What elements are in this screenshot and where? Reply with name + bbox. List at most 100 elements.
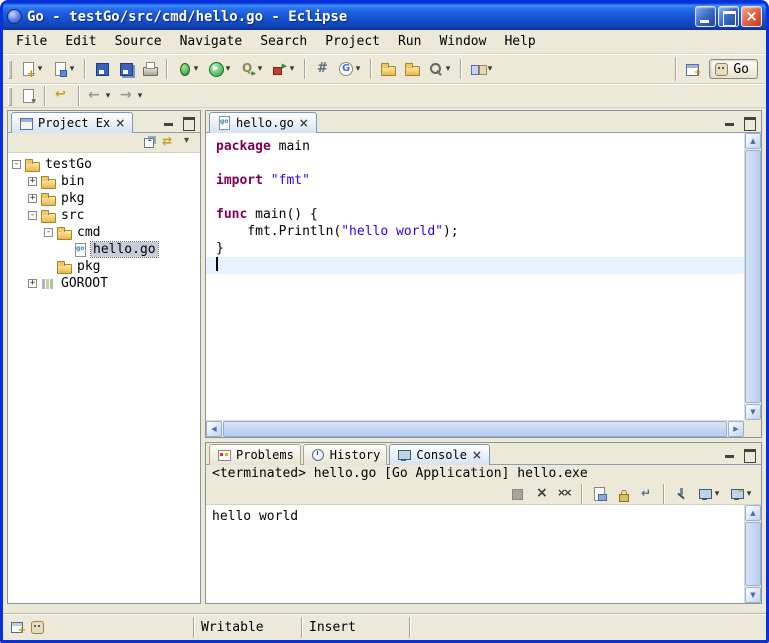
tree-expander-icon[interactable]: - [44,228,53,237]
minimize-view-button[interactable] [721,113,739,130]
close-icon[interactable] [471,448,483,462]
back-button[interactable] [85,84,115,108]
scrollbar-thumb[interactable] [745,150,761,403]
tab-history[interactable]: History [303,444,388,465]
open-console-button[interactable] [726,482,756,506]
minimize-window-button[interactable] [695,6,716,27]
code-line[interactable] [206,189,744,206]
scroll-left-icon[interactable] [206,421,222,437]
code-line[interactable]: func main() { [206,206,744,223]
console-output[interactable]: hello world [206,505,744,603]
maximize-window-button[interactable] [718,6,739,27]
collapse-all-button[interactable] [141,133,159,150]
tree-item-goroot[interactable]: +GOROOT [8,275,200,292]
scroll-down-icon[interactable] [745,404,761,420]
close-icon[interactable] [114,116,126,130]
tree-expander-icon[interactable]: + [28,177,37,186]
menu-item-file[interactable]: File [7,32,56,51]
next-annotation-button[interactable] [17,84,39,108]
tab-hello-go[interactable]: hello.go [209,112,317,133]
tree-item-bin[interactable]: +bin [8,173,200,190]
close-window-button[interactable] [741,6,762,27]
open-resource-button[interactable] [401,57,423,81]
display-selected-console-button[interactable] [694,482,724,506]
tree-item-hello-go[interactable]: hello.go [8,241,200,258]
code-editor[interactable]: package main import "fmt" func main() { fm… [206,133,744,420]
scroll-up-icon[interactable] [745,505,761,521]
scroll-lock-button[interactable] [612,482,634,506]
menu-item-search[interactable]: Search [251,32,316,51]
word-wrap-button[interactable] [636,482,658,506]
print-button[interactable] [139,57,161,81]
view-menu-button[interactable] [179,133,197,150]
menu-item-help[interactable]: Help [495,32,544,51]
toolbar-grip[interactable] [8,87,11,105]
remove-launch-button[interactable] [530,482,552,506]
minimize-view-button[interactable] [160,113,178,130]
tree-expander-icon[interactable]: + [28,279,37,288]
team-button[interactable] [467,57,497,81]
save-all-button[interactable] [115,57,137,81]
search-button[interactable] [425,57,455,81]
maximize-view-button[interactable] [179,113,197,130]
run-button[interactable] [205,57,235,81]
tab-problems[interactable]: Problems [209,444,301,465]
menu-item-source[interactable]: Source [106,32,171,51]
tree-item-cmd[interactable]: -cmd [8,224,200,241]
menu-item-edit[interactable]: Edit [56,32,105,51]
link-with-editor-button[interactable] [160,133,178,150]
menu-item-navigate[interactable]: Navigate [171,32,252,51]
code-line[interactable] [206,155,744,172]
pin-console-button[interactable] [670,482,692,506]
last-edit-location-button[interactable] [51,84,73,108]
toolbar-grip[interactable] [8,60,11,78]
close-icon[interactable] [298,116,310,130]
scroll-right-icon[interactable] [728,421,744,437]
new-wizard-button[interactable] [17,57,47,81]
run-last-button[interactable] [237,57,267,81]
maximize-view-button[interactable] [740,113,758,130]
go-build-button[interactable] [311,57,333,81]
tree-expander-icon[interactable]: + [28,194,37,203]
menu-item-project[interactable]: Project [316,32,389,51]
menu-item-run[interactable]: Run [389,32,430,51]
tree-expander-icon[interactable]: - [12,160,21,169]
scroll-up-icon[interactable] [745,133,761,149]
minimize-view-button[interactable] [721,445,739,462]
code-line[interactable]: import "fmt" [206,172,744,189]
tree-item-pkg[interactable]: +pkg [8,190,200,207]
code-line[interactable]: fmt.Println("hello world"); [206,223,744,240]
browser-button[interactable] [335,57,365,81]
go-perspective-button[interactable]: Go [709,59,758,79]
debug-button[interactable] [173,57,203,81]
forward-button[interactable] [117,84,147,108]
code-line[interactable]: } [206,240,744,257]
console-vertical-scrollbar[interactable] [744,505,761,603]
tab-project-explorer[interactable]: Project Ex [11,112,133,133]
title-bar[interactable]: Go - testGo/src/cmd/hello.go - Eclipse [3,3,766,30]
open-type-button[interactable] [377,57,399,81]
scrollbar-thumb[interactable] [223,421,727,437]
external-tools-button[interactable] [269,57,299,81]
tree-item-testgo[interactable]: -testGo [8,156,200,173]
code-line[interactable] [206,257,744,274]
remove-all-launches-button[interactable] [554,482,576,506]
clear-console-button[interactable] [588,482,610,506]
code-line[interactable]: package main [206,138,744,155]
tree-item-src[interactable]: -src [8,207,200,224]
new-file-button[interactable] [49,57,79,81]
open-perspective-button[interactable] [682,57,704,81]
scroll-down-icon[interactable] [745,587,761,603]
save-button[interactable] [91,57,113,81]
eclipse-logo-icon[interactable] [7,9,22,24]
tab-console[interactable]: Console [389,444,490,465]
terminate-button[interactable] [506,482,528,506]
editor-vertical-scrollbar[interactable] [744,133,761,420]
tree-item-pkg[interactable]: pkg [8,258,200,275]
fast-view-button[interactable] [9,618,27,635]
editor-horizontal-scrollbar[interactable] [206,420,744,437]
go-status-button[interactable] [28,618,46,635]
menu-item-window[interactable]: Window [430,32,495,51]
maximize-view-button[interactable] [740,445,758,462]
tree-expander-icon[interactable]: - [28,211,37,220]
